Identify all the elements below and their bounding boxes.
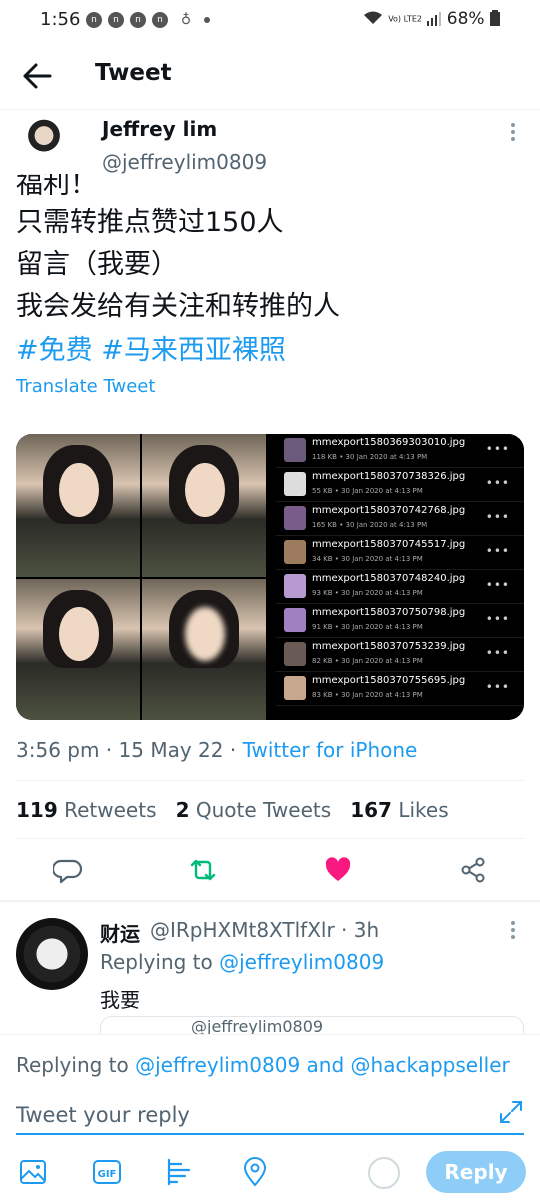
retweets-stat[interactable]: 119 Retweets xyxy=(16,798,156,822)
share-icon[interactable] xyxy=(458,855,488,885)
translate-tweet-link[interactable]: Translate Tweet xyxy=(16,376,155,397)
status-time: 1:56 xyxy=(40,9,81,30)
file-row: mmexport1580370745517.jpg 34 KB • 30 Jan … xyxy=(276,536,524,570)
likes-stat[interactable]: 167 Likes xyxy=(350,798,448,822)
back-arrow-icon[interactable] xyxy=(22,62,52,90)
status-bar: 1:56 n n n n ♁ Vo) LTE2 68% xyxy=(0,0,540,40)
more-notifications-icon xyxy=(204,17,210,23)
file-row: mmexport1580370742768.jpg 165 KB • 30 Jan… xyxy=(276,502,524,536)
file-more-icon: ••• xyxy=(485,476,510,490)
tweet-date: 15 May 22 xyxy=(118,738,224,762)
reply-composer: Replying to @jeffreylim0809 and @hackapp… xyxy=(0,1034,540,1200)
mention-link[interactable]: @jeffreylim0809 xyxy=(135,1053,300,1077)
signal-icon xyxy=(427,12,442,26)
character-counter xyxy=(368,1157,400,1189)
location-icon[interactable] xyxy=(240,1157,270,1187)
tweet-text-line: 我会发给有关注和转推的人 xyxy=(16,291,340,322)
poll-icon[interactable] xyxy=(165,1157,195,1187)
author-name[interactable]: Jeffrey lim xyxy=(102,117,217,141)
tweet-media[interactable]: mmexport1580369303010.jpg 118 KB • 30 Jan… xyxy=(16,434,524,720)
retweet-icon[interactable] xyxy=(188,855,218,885)
more-options-icon[interactable] xyxy=(506,920,520,940)
file-more-icon: ••• xyxy=(485,612,510,626)
battery-percent: 68% xyxy=(446,9,485,29)
file-row: mmexport1580370753239.jpg 82 KB • 30 Jan … xyxy=(276,638,524,672)
reply-input[interactable] xyxy=(16,1097,486,1133)
file-list-screenshot[interactable]: mmexport1580369303010.jpg 118 KB • 30 Jan… xyxy=(276,434,524,720)
tweet-source[interactable]: Twitter for iPhone xyxy=(243,738,418,762)
reply-text: 我要 xyxy=(100,988,140,1012)
mention-link[interactable]: @jeffreylim0809 xyxy=(219,950,384,974)
photo-thumbnail[interactable] xyxy=(142,434,266,577)
reply-avatar[interactable] xyxy=(16,918,88,990)
file-more-icon: ••• xyxy=(485,578,510,592)
and-label[interactable]: and xyxy=(307,1053,345,1077)
composer-reply-context: Replying to @jeffreylim0809 and @hackapp… xyxy=(16,1053,510,1077)
tweet-text-line: 留言（我要） xyxy=(16,249,178,280)
author-avatar[interactable] xyxy=(16,116,72,172)
battery-icon xyxy=(490,10,500,26)
tweet-time: 3:56 pm xyxy=(16,738,100,762)
file-row: mmexport1580370748240.jpg 93 KB • 30 Jan … xyxy=(276,570,524,604)
author-handle[interactable]: @jeffreylim0809 xyxy=(102,150,267,174)
svg-text:GIF: GIF xyxy=(98,1169,117,1180)
wifi-icon xyxy=(363,11,382,24)
reply-author-handle[interactable]: @IRpHXMt8XTlfXlr · 3h xyxy=(150,918,379,942)
file-row: mmexport1580370755695.jpg 83 KB • 30 Jan … xyxy=(276,672,524,706)
image-icon[interactable] xyxy=(18,1157,48,1187)
notification-icon: n xyxy=(108,12,124,28)
photo-thumbnail[interactable] xyxy=(142,579,266,720)
file-more-icon: ••• xyxy=(485,544,510,558)
tweet-timestamp: 3:56 pm · 15 May 22 · Twitter for iPhone xyxy=(16,738,418,762)
reply-context: Replying to @jeffreylim0809 xyxy=(100,950,385,974)
reply-button[interactable]: Reply xyxy=(426,1151,526,1193)
expand-icon[interactable] xyxy=(498,1099,524,1125)
app-notification-icon: ♁ xyxy=(178,12,194,28)
divider xyxy=(0,900,540,902)
file-more-icon: ••• xyxy=(485,646,510,660)
divider xyxy=(16,838,524,839)
tweet-hashtags[interactable]: #免费 #马来西亚裸照 xyxy=(16,328,286,367)
file-row: mmexport1580370750798.jpg 91 KB • 30 Jan … xyxy=(276,604,524,638)
quote-tweets-stat[interactable]: 2 Quote Tweets xyxy=(176,798,332,822)
file-more-icon: ••• xyxy=(485,510,510,524)
tweet-stats: 119 Retweets 2 Quote Tweets 167 Likes xyxy=(16,798,449,822)
reply-author-name[interactable]: 财运 xyxy=(100,918,140,947)
divider xyxy=(16,780,524,781)
page-title: Tweet xyxy=(95,60,172,86)
notification-icon: n xyxy=(130,12,146,28)
status-right: Vo) LTE2 68% xyxy=(363,9,500,29)
notification-icon: n xyxy=(86,12,102,28)
mention-link[interactable]: @hackappseller xyxy=(351,1053,510,1077)
photo-thumbnail[interactable] xyxy=(16,434,140,577)
app-bar: Tweet xyxy=(0,40,540,110)
photo-thumbnail[interactable] xyxy=(16,579,140,720)
tweet-text-line: 只需转推点赞过150人 xyxy=(16,207,284,238)
file-more-icon: ••• xyxy=(485,442,510,456)
reply-icon[interactable] xyxy=(53,855,83,885)
file-more-icon: ••• xyxy=(485,680,510,694)
network-label: Vo) LTE2 xyxy=(388,14,422,24)
gif-icon[interactable]: GIF xyxy=(92,1157,122,1187)
file-row: mmexport1580370738326.jpg 55 KB • 30 Jan … xyxy=(276,468,524,502)
like-icon[interactable] xyxy=(323,855,353,885)
input-underline xyxy=(16,1133,524,1135)
notification-icon: n xyxy=(152,12,168,28)
more-options-icon[interactable] xyxy=(506,122,520,142)
file-row: mmexport1580369303010.jpg 118 KB • 30 Jan… xyxy=(276,434,524,468)
